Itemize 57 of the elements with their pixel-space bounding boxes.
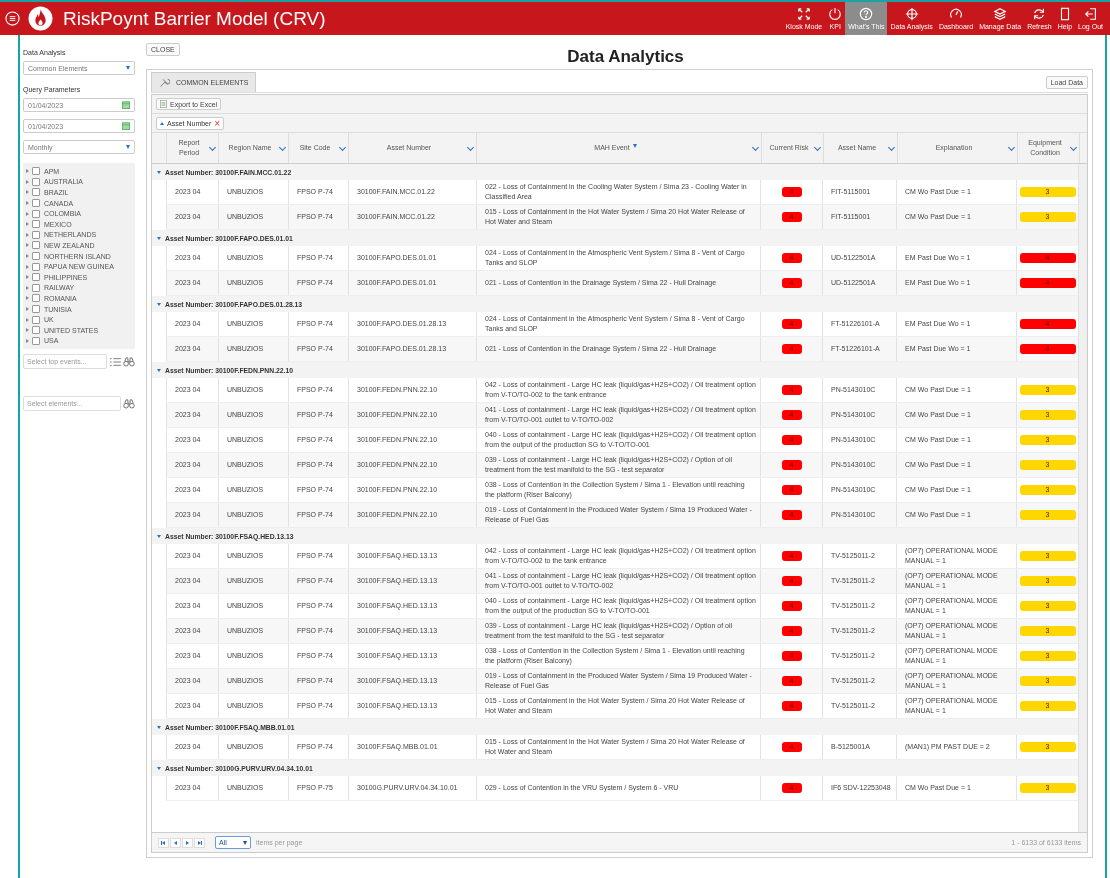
menu-icon[interactable]: [5, 11, 20, 26]
power-icon: [828, 7, 843, 21]
caret-icon: [126, 145, 130, 149]
calendar-icon: [122, 122, 130, 130]
checkbox[interactable]: [32, 336, 40, 345]
binoculars-icon[interactable]: [123, 398, 135, 409]
refresh-icon: [1032, 7, 1047, 21]
page-title: Data Analytics: [567, 47, 684, 67]
collapse-icon[interactable]: [157, 368, 161, 372]
binoculars-icon[interactable]: [123, 356, 135, 367]
expand-icon[interactable]: [26, 317, 29, 322]
crosshair-icon: [904, 7, 919, 21]
first-page-button[interactable]: [158, 837, 169, 848]
expand-icon[interactable]: [26, 243, 29, 248]
remove-icon[interactable]: ×: [214, 118, 221, 128]
checkbox[interactable]: [32, 294, 40, 303]
checkbox[interactable]: [32, 283, 40, 292]
checkbox[interactable]: [32, 241, 40, 250]
checkbox[interactable]: [32, 230, 40, 239]
gauge-icon: [949, 7, 963, 21]
last-page-button[interactable]: [194, 837, 205, 848]
checkbox[interactable]: [32, 188, 40, 197]
checkbox[interactable]: [32, 252, 40, 261]
collapse-icon[interactable]: [157, 766, 161, 770]
expand-icon[interactable]: [26, 190, 29, 195]
checkbox[interactable]: [32, 167, 40, 176]
collapse-icon[interactable]: [157, 170, 161, 174]
list-icon[interactable]: [109, 356, 121, 367]
previous-page-button[interactable]: [170, 837, 181, 848]
checkbox[interactable]: [32, 199, 40, 208]
question-icon: [859, 7, 874, 21]
collapse-icon[interactable]: [157, 534, 161, 538]
checkbox[interactable]: [32, 220, 40, 229]
checkbox[interactable]: [32, 305, 40, 313]
calendar-icon: [122, 101, 130, 109]
next-page-button[interactable]: [182, 837, 193, 848]
collapse-icon[interactable]: [157, 236, 161, 240]
scrollbar[interactable]: [1078, 164, 1087, 832]
app-title: RiskPoynt Barrier Model (CRV): [63, 7, 326, 30]
caret-icon: [126, 66, 130, 70]
logout-icon: [1083, 7, 1098, 21]
layers-icon: [993, 7, 1008, 21]
sort-icon: [160, 121, 164, 125]
checkbox[interactable]: [32, 177, 40, 186]
checkbox[interactable]: [32, 273, 40, 282]
document-icon: [160, 100, 167, 108]
checkbox[interactable]: [32, 262, 40, 271]
checkbox[interactable]: [32, 209, 40, 218]
expand-icon[interactable]: [26, 307, 29, 311]
expand-icon[interactable]: [26, 296, 29, 301]
collapse-icon[interactable]: [157, 725, 161, 729]
collapse-icon[interactable]: [157, 302, 161, 306]
flame-logo-icon: [28, 6, 53, 31]
kiosk-icon: [796, 7, 811, 21]
caret-icon: [243, 840, 247, 845]
checkbox[interactable]: [32, 315, 40, 324]
checkbox[interactable]: [32, 326, 40, 335]
